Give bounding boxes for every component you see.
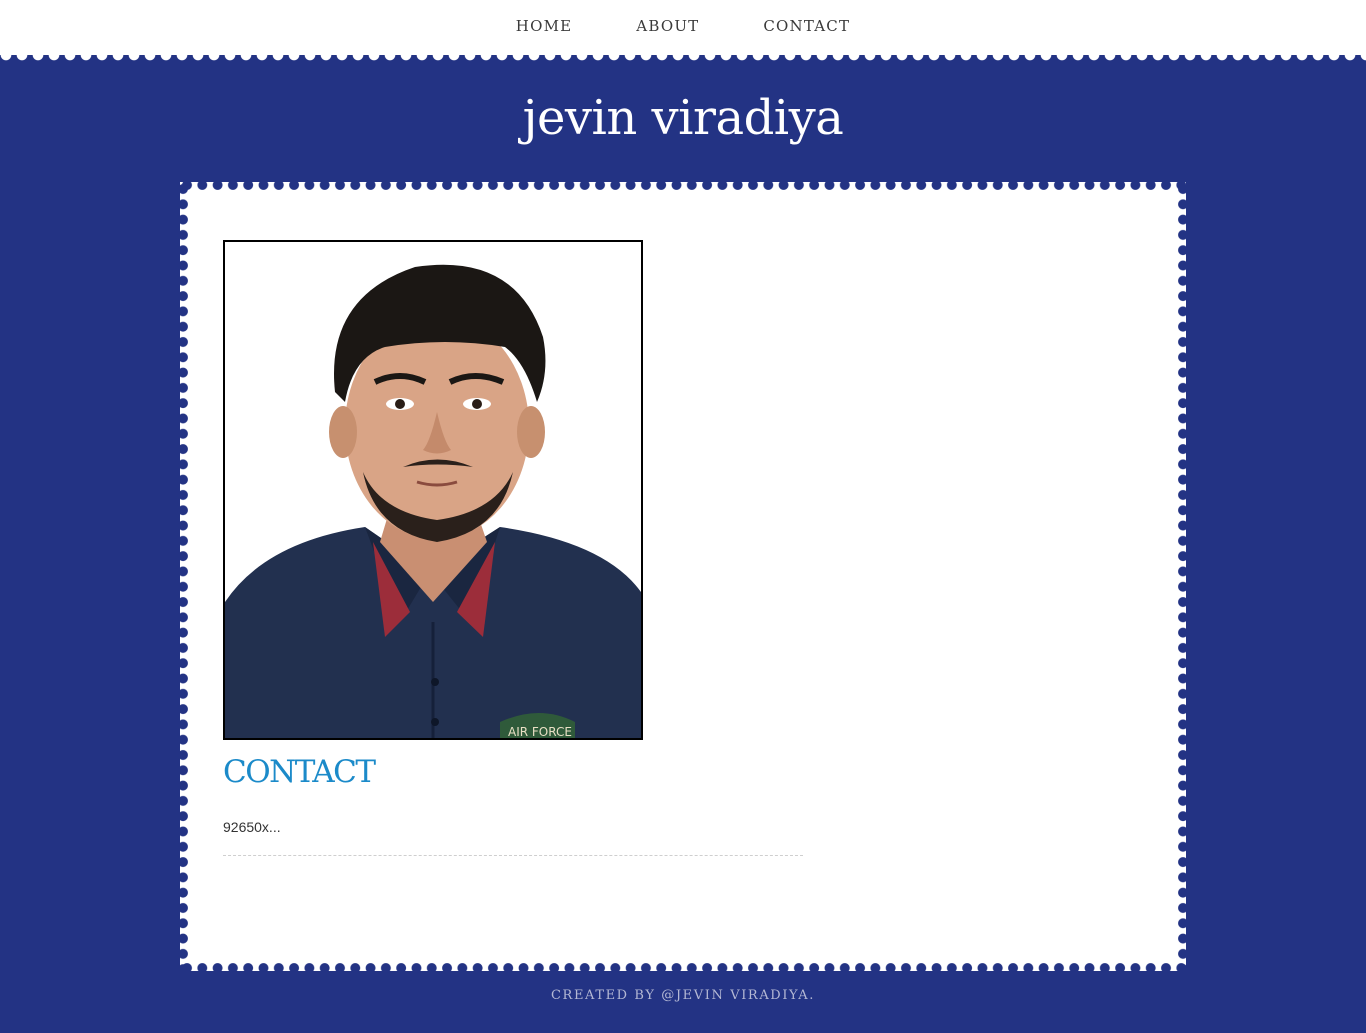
dashed-divider (223, 855, 803, 856)
content-card: AIR FORCE CONTACT 92650x... (177, 179, 1189, 974)
footer-credit: CREATED BY @JEVIN VIRADIYA. (551, 988, 815, 1003)
shirt-patch-text: AIR FORCE (508, 725, 572, 738)
profile-photo: AIR FORCE (223, 240, 643, 740)
nav-menu: HOME ABOUT CONTACT (0, 17, 1366, 35)
site-title[interactable]: jevin viradiya (0, 90, 1366, 146)
card-perforation-bottom (180, 962, 1186, 974)
card-perforation-top (180, 179, 1186, 191)
nav-link-contact[interactable]: CONTACT (731, 17, 882, 35)
contact-heading: CONTACT (223, 754, 376, 790)
phone-number: 92650x... (223, 819, 281, 835)
card-perforation-left (177, 182, 189, 971)
nav-link-about[interactable]: ABOUT (604, 17, 731, 35)
nav-link-home[interactable]: HOME (484, 17, 605, 35)
top-nav-bar: HOME ABOUT CONTACT (0, 0, 1366, 55)
nav-scalloped-edge (0, 49, 1366, 61)
profile-photo-illustration: AIR FORCE (225, 242, 641, 738)
card-perforation-right (1177, 182, 1189, 971)
